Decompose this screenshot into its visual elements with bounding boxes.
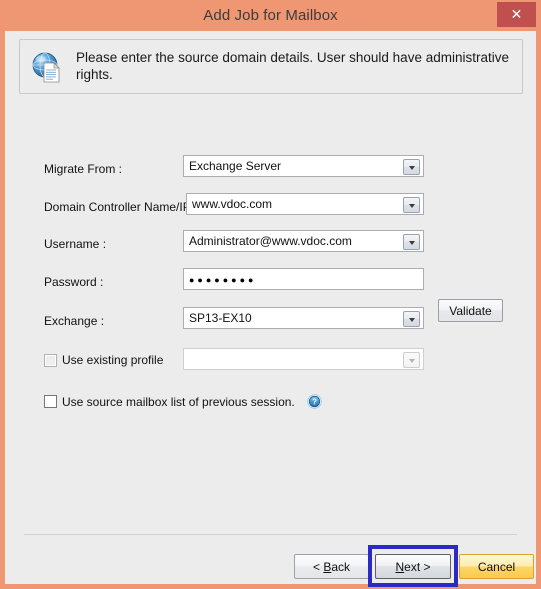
back-button[interactable]: < Back — [294, 554, 369, 579]
migrate-from-value: Exchange Server — [189, 159, 282, 173]
use-existing-profile-label: Use existing profile — [62, 353, 164, 367]
exchange-label: Exchange : — [44, 314, 105, 328]
domain-controller-value: www.vdoc.com — [192, 197, 273, 211]
dialog-client-area: Please enter the source domain details. … — [5, 31, 536, 587]
globe-document-icon — [32, 52, 60, 83]
cancel-button-label: Cancel — [477, 559, 516, 574]
chevron-down-icon — [403, 352, 420, 368]
domain-controller-combobox[interactable]: www.vdoc.com — [186, 193, 424, 215]
next-button-label: Next > — [395, 559, 431, 574]
use-existing-profile-checkbox[interactable] — [44, 353, 57, 367]
use-previous-session-label: Use source mailbox list of previous sess… — [62, 394, 295, 409]
password-label: Password : — [44, 275, 104, 289]
close-button[interactable]: ✕ — [497, 2, 536, 27]
use-existing-profile-row[interactable]: Use existing profile — [44, 353, 163, 367]
password-value: ●●●●●●●● — [189, 275, 257, 285]
chevron-down-icon[interactable] — [403, 197, 420, 213]
dialog-title: Add Job for Mailbox — [203, 7, 338, 24]
username-label: Username : — [44, 237, 107, 251]
validate-button[interactable]: Validate — [438, 299, 503, 322]
svg-text:?: ? — [312, 398, 317, 407]
use-previous-session-row[interactable]: Use source mailbox list of previous sess… — [44, 394, 322, 409]
cancel-button[interactable]: Cancel — [459, 554, 534, 579]
footer-separator — [24, 534, 517, 535]
existing-profile-combobox — [183, 348, 424, 370]
question-mark-help-icon[interactable]: ? — [307, 394, 322, 409]
chevron-down-icon[interactable] — [403, 234, 420, 250]
chevron-down-icon[interactable] — [403, 159, 420, 175]
migrate-from-label: Migrate From : — [44, 162, 123, 176]
migrate-from-combobox[interactable]: Exchange Server — [183, 155, 424, 177]
exchange-combobox[interactable]: SP13-EX10 — [183, 307, 424, 329]
use-previous-session-checkbox[interactable] — [44, 395, 57, 408]
close-icon: ✕ — [510, 6, 523, 22]
domain-controller-label: Domain Controller Name/IP : — [44, 200, 198, 214]
instruction-text: Please enter the source domain details. … — [76, 50, 509, 82]
password-field[interactable]: ●●●●●●●● — [183, 268, 424, 290]
username-combobox[interactable]: Administrator@www.vdoc.com — [183, 230, 424, 252]
username-value: Administrator@www.vdoc.com — [189, 234, 352, 248]
chevron-down-icon[interactable] — [403, 311, 420, 327]
title-bar: Add Job for Mailbox ✕ — [0, 0, 541, 31]
next-button[interactable]: Next > — [375, 554, 451, 579]
dialog-window: Add Job for Mailbox ✕ Please enter the s… — [0, 0, 541, 589]
exchange-value: SP13-EX10 — [189, 311, 252, 325]
back-button-label: < Back — [312, 559, 351, 574]
instruction-banner: Please enter the source domain details. … — [19, 39, 523, 94]
